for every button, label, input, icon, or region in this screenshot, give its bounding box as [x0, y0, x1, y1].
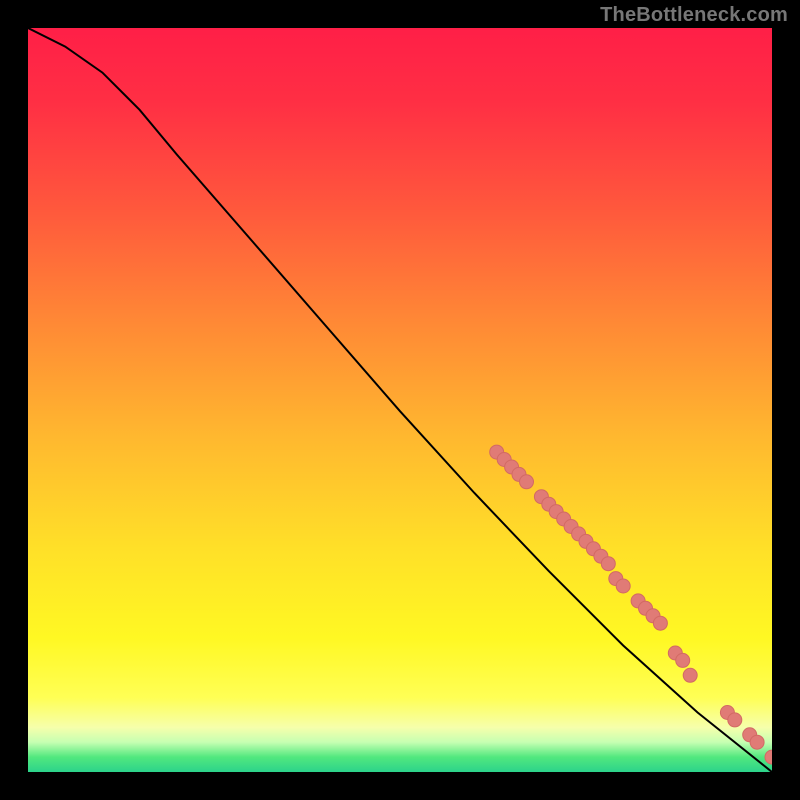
data-point	[765, 750, 772, 764]
data-point	[601, 557, 615, 571]
data-point	[520, 475, 534, 489]
chart-container: TheBottleneck.com	[0, 0, 800, 800]
data-point	[616, 579, 630, 593]
attribution-label: TheBottleneck.com	[600, 4, 788, 27]
data-point	[653, 616, 667, 630]
data-point	[728, 713, 742, 727]
data-point	[683, 668, 697, 682]
chart-overlay-svg	[28, 28, 772, 772]
data-point	[676, 653, 690, 667]
plot-area	[28, 28, 772, 772]
data-point	[750, 735, 764, 749]
curve-line	[28, 28, 772, 772]
